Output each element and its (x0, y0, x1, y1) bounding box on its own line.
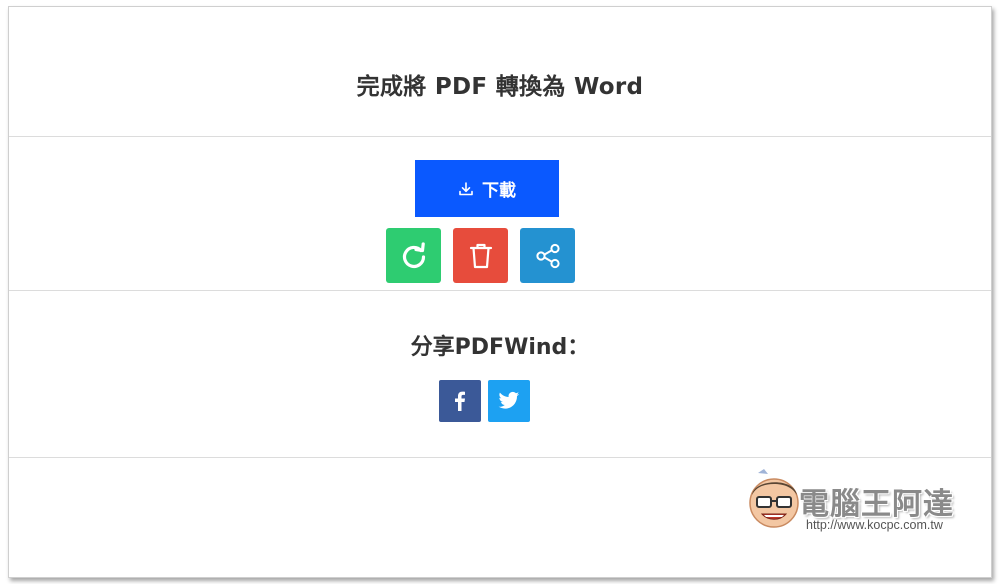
watermark-url: http://www.kocpc.com.tw (806, 518, 943, 532)
trash-icon (469, 243, 492, 268)
share-title: 分享PDFWind： (410, 335, 590, 360)
download-label: 下載 (482, 181, 516, 201)
page-title: 完成將 PDF 轉換為 Word (356, 74, 644, 100)
watermark-name: 電腦王阿達 (799, 487, 954, 522)
restart-icon (402, 241, 425, 268)
divider (9, 457, 991, 458)
watermark: 電腦王阿達 http://www.kocpc.com.tw (744, 469, 984, 539)
restart-button[interactable] (386, 228, 441, 283)
download-button[interactable]: 下載 (415, 160, 559, 217)
divider (9, 136, 991, 137)
twitter-share-button[interactable] (488, 380, 530, 422)
mascot-logo (749, 469, 799, 528)
delete-button[interactable] (453, 228, 508, 283)
conversion-complete-panel: 完成將 PDF 轉換為 Word 下載 分享PDFWind： 電腦王阿達 htt… (8, 6, 992, 578)
twitter-icon (498, 391, 520, 409)
divider (9, 290, 991, 291)
download-icon (459, 181, 473, 195)
facebook-icon (455, 391, 465, 411)
facebook-share-button[interactable] (439, 380, 481, 422)
share-button[interactable] (520, 228, 575, 283)
share-icon (535, 243, 560, 268)
